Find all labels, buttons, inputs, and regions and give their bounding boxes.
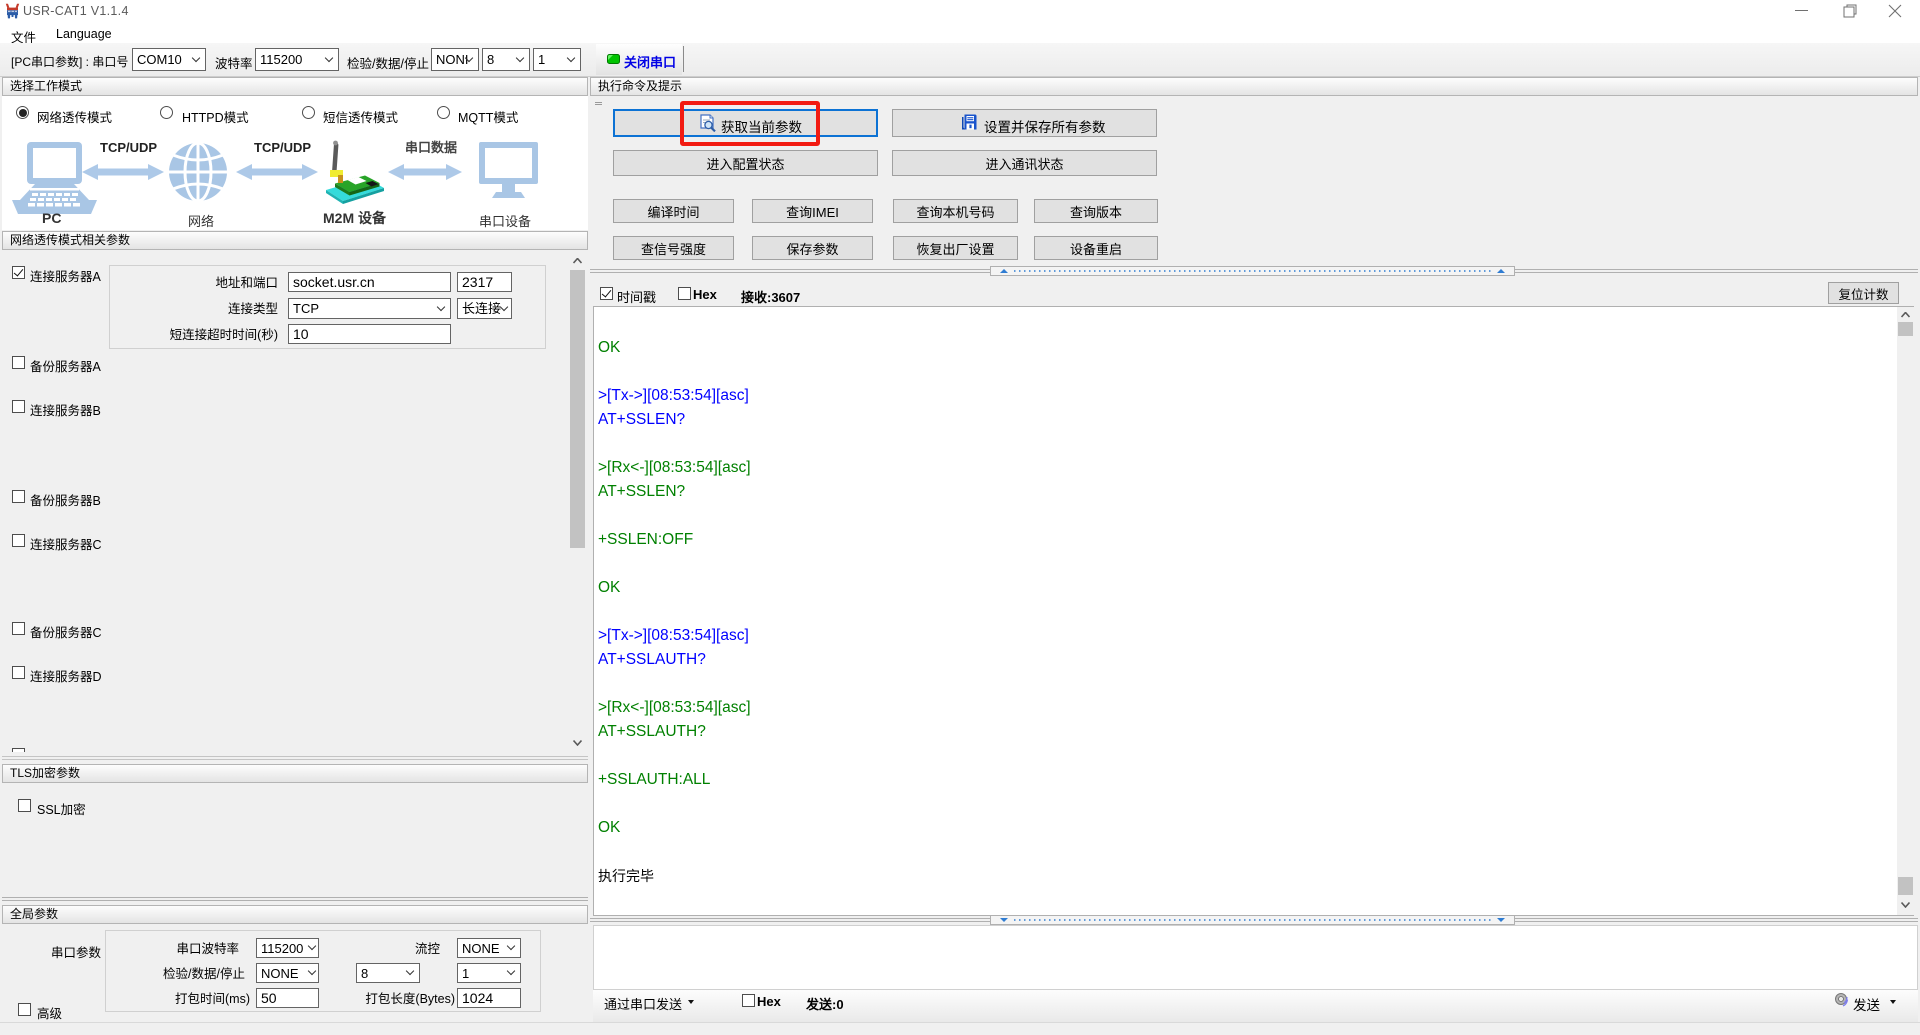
svg-text:PC: PC	[42, 210, 61, 226]
svg-text:网络: 网络	[188, 214, 214, 229]
svg-text:TCP/UDP: TCP/UDP	[254, 140, 311, 155]
svg-text:TCP/UDP: TCP/UDP	[100, 140, 157, 155]
svg-text:串口设备: 串口设备	[479, 214, 531, 229]
svg-text:M2M 设备: M2M 设备	[323, 210, 387, 226]
svg-text:串口数据: 串口数据	[405, 140, 457, 155]
